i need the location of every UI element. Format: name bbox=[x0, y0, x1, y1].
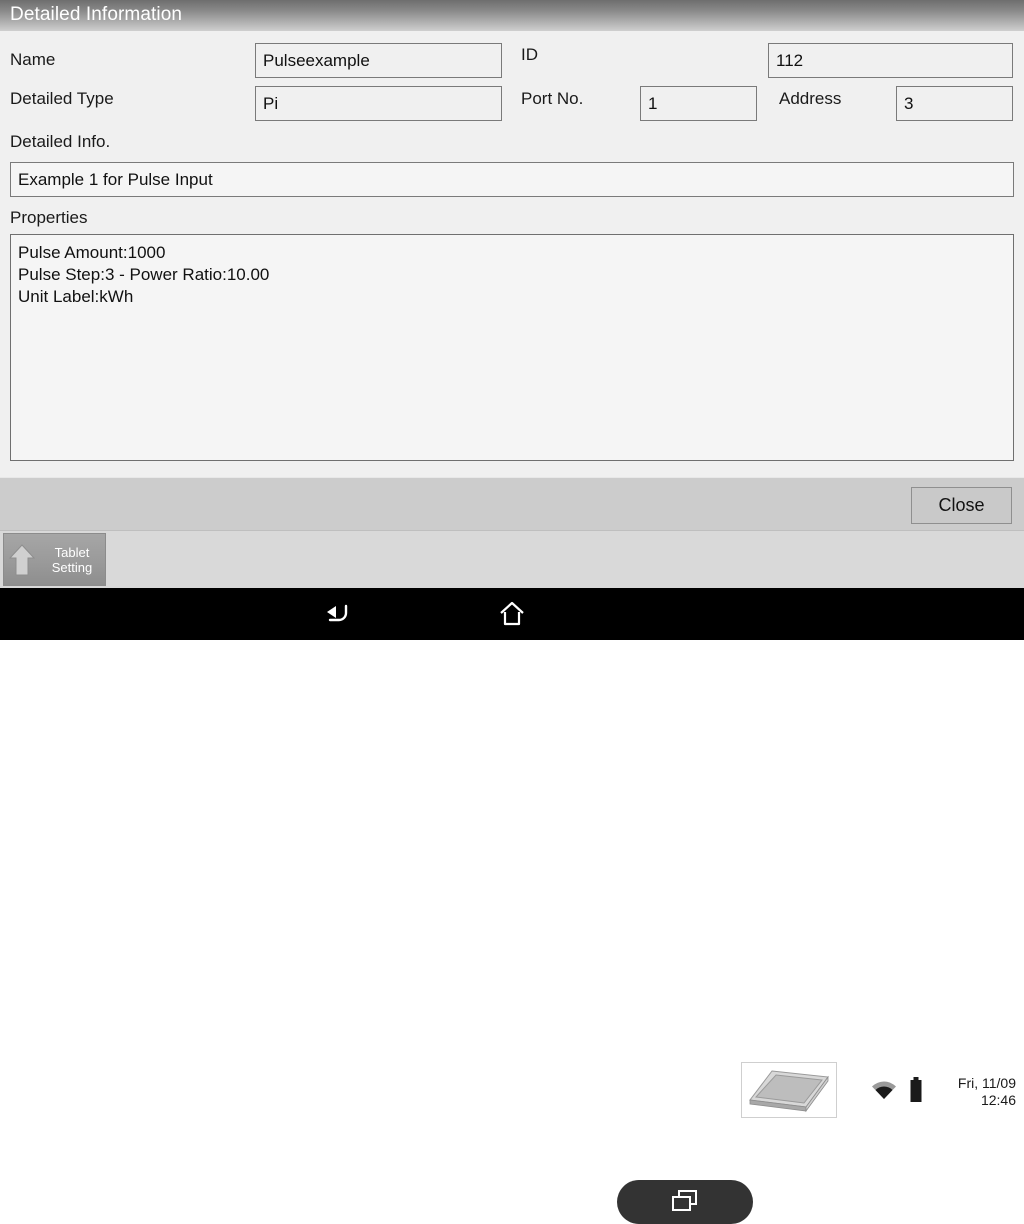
clock-date: Fri, 11/09 bbox=[957, 1075, 1016, 1091]
tablet-setting-line1: Tablet bbox=[54, 544, 90, 560]
id-label: ID bbox=[521, 45, 538, 64]
recent-apps-icon bbox=[672, 1190, 697, 1211]
system-taskbar: Tablet Setting Fri, 11/09 12:46 bbox=[0, 530, 1024, 1118]
wifi-icon[interactable] bbox=[871, 1079, 897, 1101]
tablet-setting-line2: Setting bbox=[51, 559, 93, 575]
detailed-info-label: Detailed Info. bbox=[10, 132, 111, 151]
up-arrow-icon bbox=[9, 543, 35, 575]
page-title: Detailed Information bbox=[10, 4, 183, 25]
name-label: Name bbox=[10, 50, 56, 69]
close-button[interactable]: Close bbox=[911, 487, 1012, 524]
dialog-button-bar: Close bbox=[0, 477, 1024, 530]
name-input[interactable]: Pulseexample bbox=[255, 43, 502, 78]
properties-label: Properties bbox=[10, 208, 88, 227]
id-input[interactable]: 112 bbox=[768, 43, 1013, 78]
address-label: Address bbox=[779, 89, 842, 108]
tablet-setting-button[interactable]: Tablet Setting bbox=[3, 533, 106, 586]
tablet-device-icon[interactable] bbox=[741, 1062, 837, 1118]
clock-time: 12:46 bbox=[980, 1092, 1016, 1108]
home-button[interactable] bbox=[442, 588, 582, 640]
recent-apps-button[interactable] bbox=[617, 1180, 753, 1224]
address-input[interactable]: 3 bbox=[896, 86, 1013, 121]
window-title-bar: Detailed Information bbox=[0, 0, 1024, 31]
form-area: Name Pulseexample ID 112 Detailed Type P… bbox=[0, 31, 1024, 477]
detailed-info-input[interactable]: Example 1 for Pulse Input bbox=[10, 162, 1014, 197]
android-navigation-bar bbox=[0, 588, 1024, 1224]
clock[interactable]: Fri, 11/09 12:46 bbox=[920, 1075, 1016, 1109]
detailed-information-dialog: Detailed Information Name Pulseexample I… bbox=[0, 0, 1024, 588]
tablet-setting-label: Tablet Setting bbox=[39, 545, 105, 575]
back-button[interactable] bbox=[270, 588, 410, 640]
tablet-device-glyph bbox=[749, 1070, 829, 1113]
back-arrow-icon bbox=[327, 604, 348, 622]
detailed-type-input[interactable]: Pi bbox=[255, 86, 502, 121]
detailed-type-label: Detailed Type bbox=[10, 89, 114, 108]
port-no-label: Port No. bbox=[521, 89, 584, 108]
port-no-input[interactable]: 1 bbox=[640, 86, 757, 121]
home-icon bbox=[500, 601, 524, 626]
properties-textarea[interactable]: Pulse Amount:1000 Pulse Step:3 - Power R… bbox=[10, 234, 1014, 461]
